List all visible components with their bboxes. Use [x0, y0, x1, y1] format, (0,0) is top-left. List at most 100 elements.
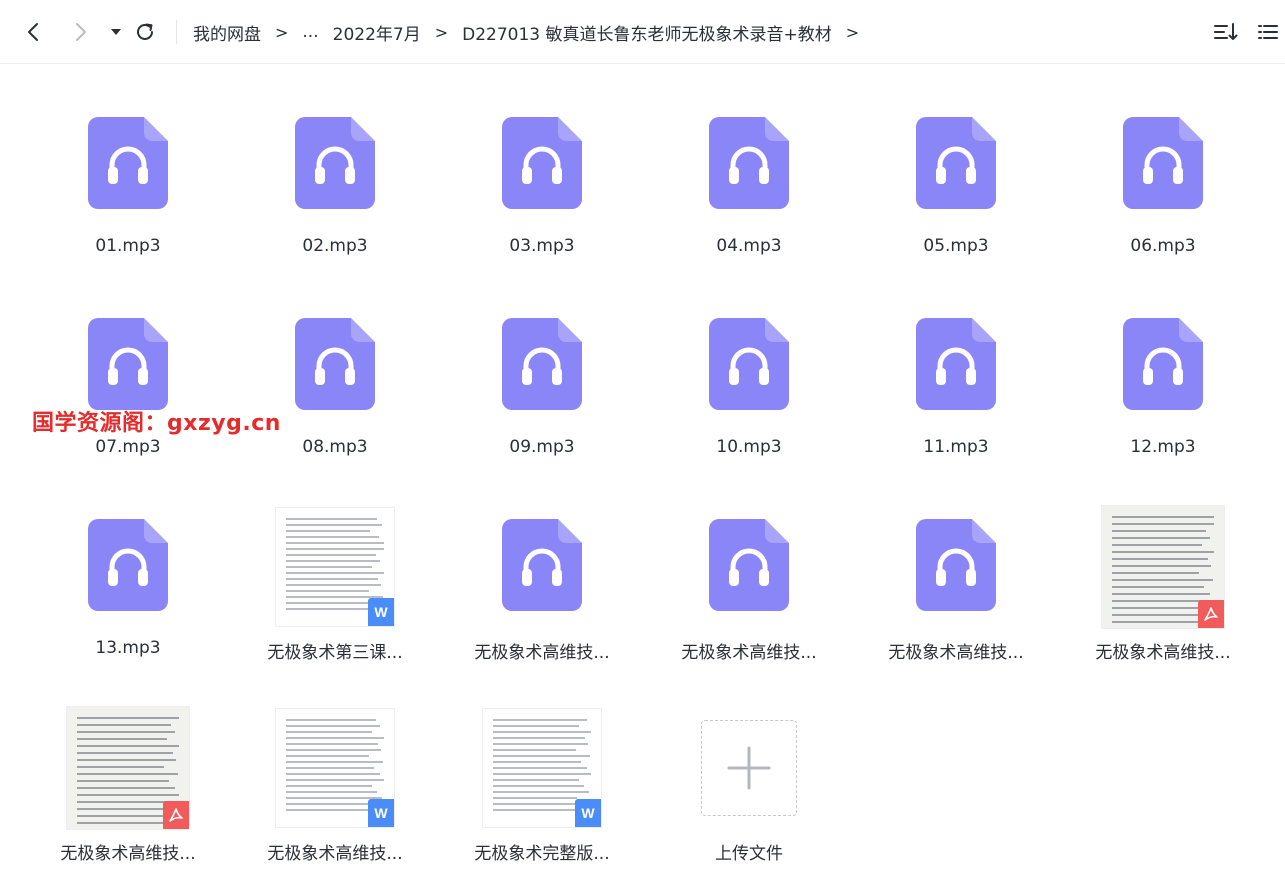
breadcrumb-folder-2022-07[interactable]: 2022年7月 — [333, 20, 421, 45]
file-item[interactable]: 无极象术高维技... — [654, 484, 844, 674]
file-thumbnail — [654, 100, 844, 230]
file-item[interactable]: W 无极象术高维技... — [240, 685, 430, 875]
audio-file-icon — [502, 519, 582, 611]
file-thumbnail — [447, 502, 637, 632]
file-item[interactable]: 13.mp3 — [33, 484, 223, 674]
file-item[interactable]: W 无极象术第三课... — [240, 484, 430, 674]
audio-file-icon — [502, 318, 582, 414]
pdf-document-thumbnail — [67, 707, 189, 829]
file-thumbnail — [240, 100, 430, 230]
word-badge-letter: W — [374, 604, 388, 620]
file-thumbnail — [447, 100, 637, 230]
breadcrumb-root[interactable]: 我的网盘 — [193, 20, 261, 45]
audio-file-icon — [1123, 318, 1203, 410]
audio-file-icon — [88, 318, 168, 414]
audio-file-icon — [502, 117, 582, 213]
file-name: 无极象术高维技... — [681, 643, 817, 663]
file-thumbnail — [33, 502, 223, 632]
file-thumbnail — [447, 301, 637, 431]
file-item[interactable]: 02.mp3 — [240, 82, 430, 272]
audio-file-icon — [88, 519, 168, 615]
file-item[interactable]: 11.mp3 — [861, 283, 1051, 473]
file-thumbnail — [33, 703, 223, 833]
audio-file-icon — [295, 117, 375, 209]
audio-file-icon — [88, 318, 168, 410]
chevron-right-icon[interactable] — [66, 18, 94, 46]
file-item[interactable]: 01.mp3 — [33, 82, 223, 272]
audio-file-icon — [295, 318, 375, 414]
toolbar: 我的网盘 > ... 2022年7月 > D227013 敏真道长鲁东老师无极象… — [0, 0, 1285, 64]
file-name: 13.mp3 — [95, 638, 161, 658]
file-name: 无极象术高维技... — [60, 844, 196, 864]
word-document-thumbnail: W — [276, 709, 394, 827]
file-thumbnail — [654, 502, 844, 632]
file-item[interactable]: 无极象术高维技... — [1068, 484, 1258, 674]
word-badge-letter: W — [581, 805, 595, 821]
pdf-acrobat-icon — [169, 808, 183, 822]
file-name: 05.mp3 — [923, 236, 989, 256]
audio-file-icon — [916, 519, 996, 615]
file-thumbnail — [861, 502, 1051, 632]
file-name: 06.mp3 — [1130, 236, 1196, 256]
file-item[interactable]: 09.mp3 — [447, 283, 637, 473]
file-name: 无极象术高维技... — [888, 643, 1024, 663]
breadcrumb-current-folder[interactable]: D227013 敏真道长鲁东老师无极象术录音+教材 — [462, 20, 832, 45]
file-item[interactable]: 07.mp3 — [33, 283, 223, 473]
audio-file-icon — [709, 519, 789, 611]
audio-file-icon — [502, 519, 582, 615]
refresh-icon[interactable] — [131, 18, 159, 46]
audio-file-icon — [295, 117, 375, 213]
watermark-text: 国学资源阁：gxzyg.cn — [32, 411, 281, 436]
file-name: 04.mp3 — [716, 236, 782, 256]
breadcrumb: 我的网盘 > ... 2022年7月 > D227013 敏真道长鲁东老师无极象… — [193, 19, 873, 45]
upload-dropzone[interactable] — [701, 720, 797, 816]
file-item[interactable]: 无极象术高维技... — [861, 484, 1051, 674]
file-name: 无极象术完整版... — [474, 844, 610, 864]
breadcrumb-separator: > — [845, 22, 860, 42]
audio-file-icon — [916, 117, 996, 213]
word-badge-icon: W — [368, 598, 394, 626]
file-item[interactable]: 无极象术高维技... — [33, 685, 223, 875]
list-view-icon[interactable] — [1254, 18, 1282, 46]
chevron-left-icon[interactable] — [20, 18, 48, 46]
upload-file-button[interactable]: 上传文件 — [654, 685, 844, 875]
file-thumbnail — [654, 301, 844, 431]
file-thumbnail: W — [447, 703, 637, 833]
file-thumbnail — [1068, 301, 1258, 431]
file-item[interactable]: 04.mp3 — [654, 82, 844, 272]
audio-file-icon — [1123, 318, 1203, 414]
file-thumbnail — [861, 100, 1051, 230]
file-item[interactable]: 03.mp3 — [447, 82, 637, 272]
audio-file-icon — [709, 318, 789, 410]
toolbar-divider — [176, 20, 177, 44]
file-name: 10.mp3 — [716, 437, 782, 457]
file-name: 03.mp3 — [509, 236, 575, 256]
file-item[interactable]: 无极象术高维技... — [447, 484, 637, 674]
file-name: 无极象术第三课... — [267, 643, 403, 663]
file-item[interactable]: 08.mp3 — [240, 283, 430, 473]
file-thumbnail — [33, 100, 223, 230]
breadcrumb-ellipsis[interactable]: ... — [302, 22, 318, 42]
sort-icon[interactable] — [1212, 18, 1240, 46]
file-item[interactable]: W 无极象术完整版... — [447, 685, 637, 875]
file-name: 08.mp3 — [302, 437, 368, 457]
file-item[interactable]: 12.mp3 — [1068, 283, 1258, 473]
caret-down-icon[interactable] — [102, 18, 130, 46]
pdf-document-thumbnail — [1102, 506, 1224, 628]
audio-file-icon — [709, 318, 789, 414]
audio-file-icon — [502, 117, 582, 209]
file-name: 无极象术高维技... — [1095, 643, 1231, 663]
audio-file-icon — [88, 117, 168, 209]
word-badge-icon: W — [575, 799, 601, 827]
word-badge-icon: W — [368, 799, 394, 827]
file-item[interactable]: 10.mp3 — [654, 283, 844, 473]
pdf-acrobat-icon — [1204, 607, 1218, 621]
file-item[interactable]: 05.mp3 — [861, 82, 1051, 272]
word-badge-letter: W — [374, 805, 388, 821]
file-name: 09.mp3 — [509, 437, 575, 457]
word-document-thumbnail: W — [276, 508, 394, 626]
audio-file-icon — [709, 117, 789, 213]
audio-file-icon — [502, 318, 582, 410]
file-item[interactable]: 06.mp3 — [1068, 82, 1258, 272]
file-thumbnail — [1068, 502, 1258, 632]
